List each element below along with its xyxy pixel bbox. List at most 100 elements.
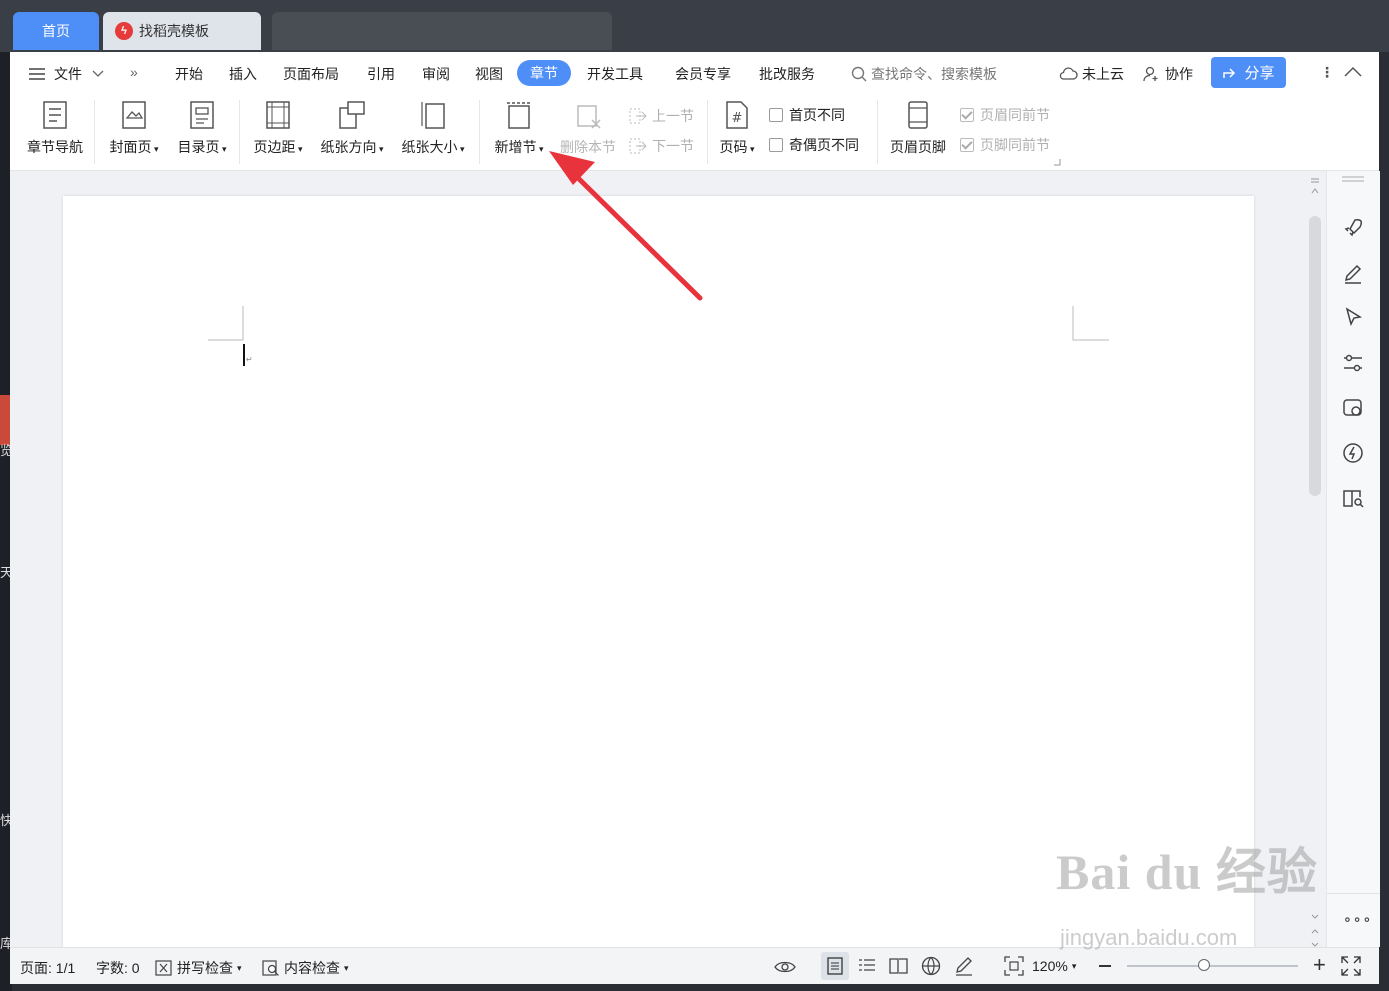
previous-section-button[interactable]: 上一节 [628,106,694,126]
page-number-text: 页码 [719,139,748,155]
new-section-text: 新增节 [494,139,537,155]
spell-check-button[interactable]: 拼写检查 ▾ [155,958,242,978]
next-section-button[interactable]: 下一节 [628,136,694,156]
zoom-slider-knob[interactable] [1198,959,1210,971]
first-page-different-checkbox[interactable]: 首页不同 [769,105,845,125]
menu-tab-insert[interactable]: 插入 [229,64,257,84]
checkbox-box [960,108,974,122]
delete-section-button[interactable]: 删除本节 [556,98,620,157]
content-check-label: 内容检查 [284,960,340,976]
outline-view-icon[interactable] [858,957,876,975]
section-ribbon: 章节导航 封面页 ▾ 目录页 ▾ 页边距 ▾ 纸张方向 ▾ 纸张大小 ▾ 新增节… [10,94,1379,171]
command-search[interactable]: 查找命令、搜索模板 [851,64,997,84]
menu-tab-layout[interactable]: 页面布局 [283,64,339,84]
word-count[interactable]: 字数: 0 [96,958,140,978]
collapse-ribbon-icon[interactable] [1344,66,1362,78]
tab-bar: 首页 ϟ 找稻壳模板 [10,0,1379,52]
checkbox-box [960,138,974,152]
menu-bar: 文件 » 开始 插入 页面布局 引用 审阅 视图 章节 开发工具 会员专享 批改… [10,52,1379,94]
zoom-in-button[interactable]: + [1313,952,1326,978]
menu-tab-view[interactable]: 视图 [475,64,503,84]
header-footer-button[interactable]: 页眉页脚 [886,98,950,157]
rocket-icon[interactable] [1341,216,1365,240]
header-footer-label: 页眉页脚 [890,139,946,155]
dialog-launcher-icon[interactable] [1053,158,1061,166]
read-mode-icon[interactable] [889,957,909,975]
page-margin-text: 页边距 [253,139,296,155]
cover-page-icon [122,101,146,129]
document-canvas: ↵ [10,171,1326,947]
spell-check-label: 拼写检查 [177,960,233,976]
command-search-placeholder: 查找命令、搜索模板 [871,66,997,82]
menu-tab-start[interactable]: 开始 [175,64,203,84]
cloud-status[interactable]: 未上云 [1058,64,1124,84]
content-check-button[interactable]: 内容检查 ▾ [262,958,349,978]
header-same-as-previous-checkbox[interactable]: 页眉同前节 [960,105,1050,125]
ribbon-divider [877,100,878,164]
adjust-sliders-icon[interactable] [1341,351,1365,375]
menu-tab-reference[interactable]: 引用 [367,64,395,84]
collaborate-button[interactable]: 协作 [1143,64,1193,84]
panel-handle-icon[interactable] [1341,175,1365,185]
page-margin-button[interactable]: 页边距 ▾ [249,98,307,157]
menu-tab-section[interactable]: 章节 [517,60,571,86]
image-tool-icon[interactable] [1341,396,1365,420]
cloud-icon [1059,67,1078,80]
more-options-icon[interactable]: ⋮ [1320,64,1334,81]
menu-tab-review[interactable]: 审阅 [422,64,450,84]
footer-same-as-previous-label: 页脚同前节 [980,137,1050,153]
zoom-level-select[interactable]: 120% ▾ [1032,958,1076,974]
eye-protection-icon[interactable] [774,957,796,975]
share-button[interactable]: 分享 [1211,57,1286,88]
baidu-watermark-url: jingyan.baidu.com [1060,925,1238,950]
tab-document[interactable] [272,12,612,50]
book-search-icon[interactable] [1341,486,1365,510]
toc-page-button[interactable]: 目录页 ▾ [173,98,231,157]
scroll-page-arrows-icon[interactable] [1310,911,1320,947]
more-tools-icon[interactable]: ∘∘∘ [1343,911,1372,928]
web-view-icon[interactable] [921,956,941,976]
previous-section-icon [629,108,647,124]
page-number-button[interactable]: # 页码 ▾ [713,98,761,157]
tab-home[interactable]: 首页 [13,12,99,50]
zoom-slider[interactable] [1127,959,1298,971]
page-number-icon: # [726,101,748,129]
paper-size-text: 纸张大小 [401,139,458,155]
select-cursor-icon[interactable] [1341,306,1365,330]
paper-size-label: 纸张大小 ▾ [401,139,465,155]
delete-section-label: 删除本节 [560,139,616,155]
tab-template[interactable]: ϟ 找稻壳模板 [103,12,261,50]
daoke-logo-icon: ϟ [115,22,133,40]
paper-orientation-button[interactable]: 纸张方向 ▾ [316,98,388,157]
file-menu[interactable]: 文件 [28,64,104,84]
tab-home-label: 首页 [42,23,70,39]
more-tabs-icon[interactable]: » [130,64,138,80]
menu-tab-correction[interactable]: 批改服务 [759,64,815,84]
cover-page-button[interactable]: 封面页 ▾ [105,98,163,157]
chapter-nav-icon [43,101,67,129]
fit-page-icon[interactable] [1004,956,1024,976]
new-section-button[interactable]: 新增节 ▾ [488,98,550,157]
page-margin-label: 页边距 ▾ [253,139,303,155]
chevron-down-icon [92,70,104,77]
menu-tab-developer[interactable]: 开发工具 [587,64,643,84]
write-mode-icon[interactable] [954,956,974,976]
pen-edit-icon[interactable] [1341,261,1365,285]
scroll-top-icon[interactable] [1310,177,1320,199]
zoom-level-value: 120% [1032,958,1068,974]
footer-same-as-previous-checkbox[interactable]: 页脚同前节 [960,135,1050,155]
fullscreen-icon[interactable] [1341,956,1361,976]
paper-orientation-label: 纸张方向 ▾ [320,139,384,155]
paper-size-button[interactable]: 纸张大小 ▾ [397,98,469,157]
chapter-nav-button[interactable]: 章节导航 [24,98,86,157]
menu-tab-member[interactable]: 会员专享 [675,64,731,84]
desktop-edge-strip [0,395,10,445]
cloud-status-label: 未上云 [1082,66,1124,82]
zoom-out-button[interactable] [1099,965,1111,967]
scrollbar-thumb[interactable] [1309,216,1321,496]
search-icon [851,66,867,82]
page-view-icon[interactable] [826,957,844,975]
odd-even-different-checkbox[interactable]: 奇偶页不同 [769,135,859,155]
lightning-icon[interactable] [1341,441,1365,465]
delete-section-icon [577,105,601,129]
